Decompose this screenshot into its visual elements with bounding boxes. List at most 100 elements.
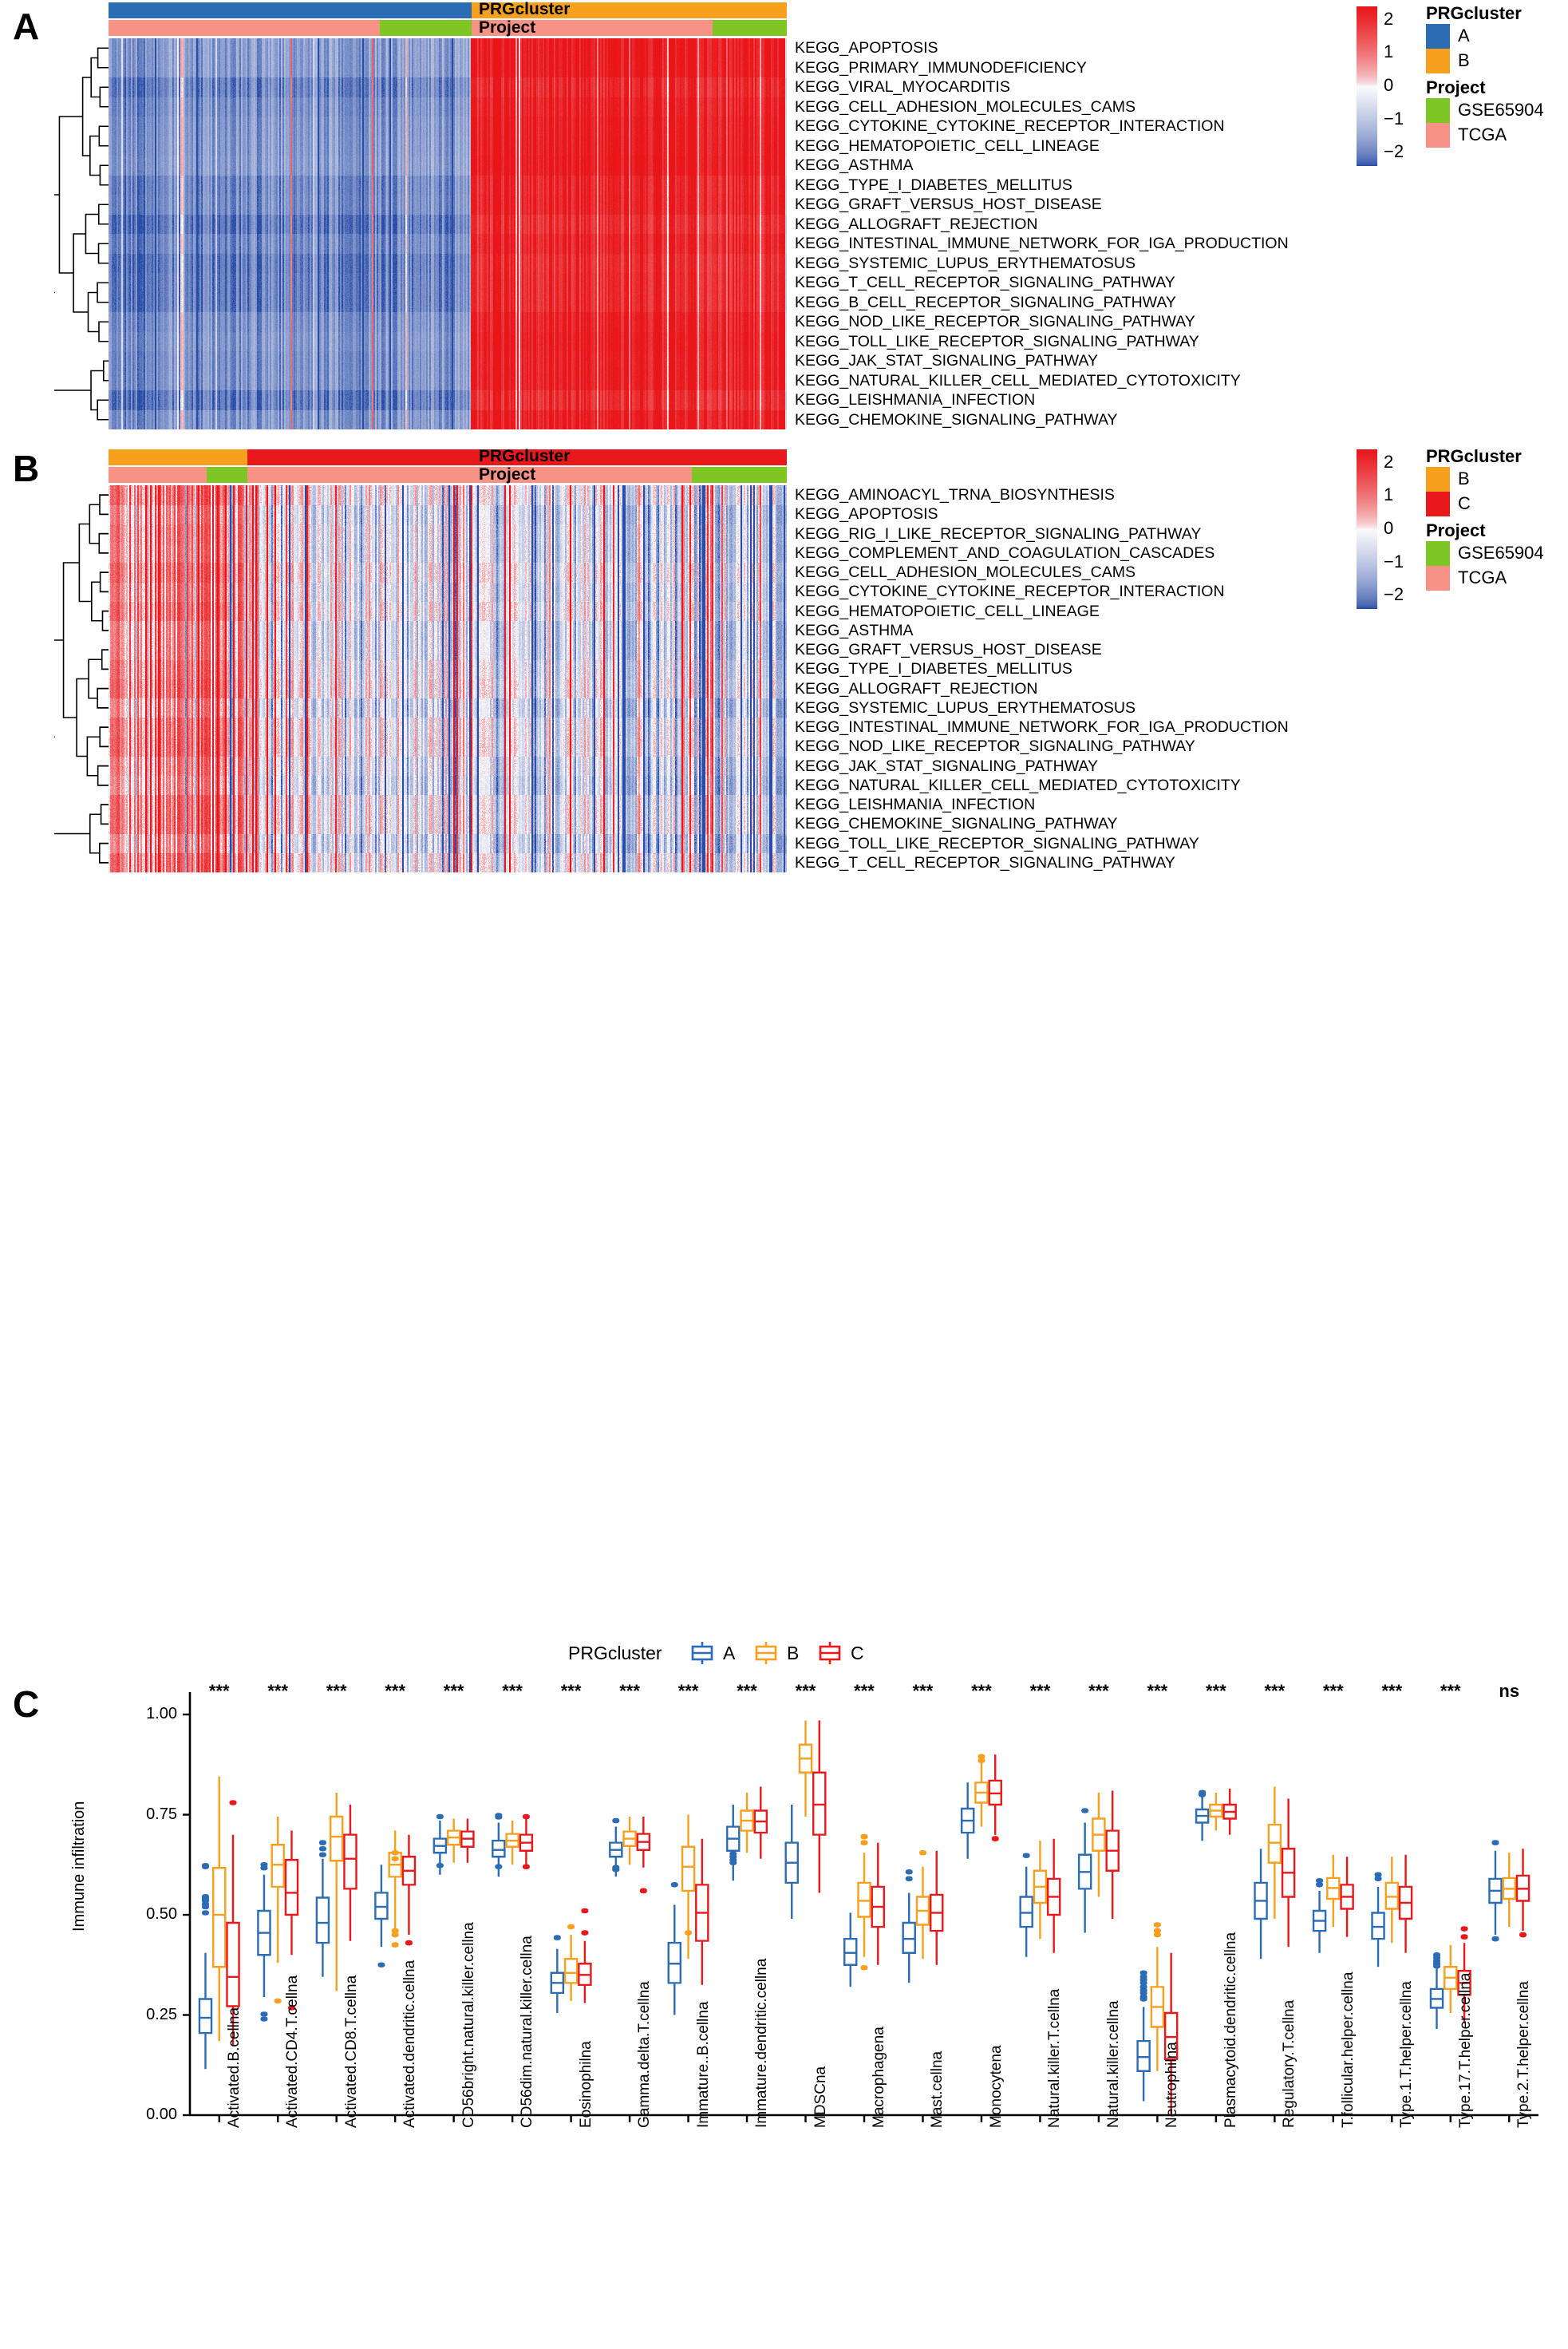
panel-a-letter: A — [13, 6, 40, 47]
boxplot-x-tick-label: T.follicular.helper.cellna — [1339, 1971, 1357, 2128]
panel-a-legend-title-prgcluster: PRGcluster — [1426, 3, 1522, 23]
boxplot-legend-label-c: C — [851, 1643, 864, 1663]
boxplot-x-tick-label: Natural.killer.T.cellna — [1046, 1988, 1064, 2128]
panel-b-letter: B — [13, 448, 40, 489]
boxplot-significance-label: *** — [971, 1681, 992, 1701]
panel-a-colorbar — [1357, 6, 1377, 166]
heatmap-row-label: KEGG_HEMATOPOIETIC_CELL_LINEAGE — [795, 136, 1100, 155]
heatmap-row-label: KEGG_INTESTINAL_IMMUNE_NETWORK_FOR_IGA_P… — [795, 718, 1289, 737]
panel-a-project-annotation-track — [109, 20, 787, 36]
panel-a-legend-title-project: Project — [1426, 77, 1486, 97]
boxplot-x-tick-label: Activated.CD4.T.cellna — [284, 1975, 302, 2128]
boxplot-x-tick-label: Activated.B.cellna — [225, 2007, 243, 2128]
panel-b-legend-swatch-prgcluster-c — [1426, 492, 1450, 516]
boxplot-x-tick-label: Eosinophilna — [577, 2041, 594, 2128]
boxplot-significance-label: *** — [267, 1681, 289, 1701]
heatmap-row-label: KEGG_GRAFT_VERSUS_HOST_DISEASE — [795, 196, 1102, 214]
panel-b-legend-label-prgcluster-b: B — [1458, 469, 1470, 488]
boxplot-significance-label: *** — [1381, 1681, 1403, 1701]
boxplot-significance-label: *** — [1088, 1681, 1109, 1701]
heatmap-row-label: KEGG_CYTOKINE_CYTOKINE_RECEPTOR_INTERACT… — [795, 117, 1225, 136]
boxplot-significance-label: *** — [1147, 1681, 1168, 1701]
panel-b-heatmap — [109, 485, 787, 872]
boxplot-x-tick-label: Activated.CD8.T.cellna — [342, 1975, 360, 2128]
panel-b-anno-label-project: Project — [479, 465, 536, 484]
colorbar-tick-label: 0 — [1384, 518, 1394, 538]
colorbar-tick-label: −1 — [1384, 551, 1404, 571]
boxplot-x-tick-label: Type.1.T.helper.cellna — [1398, 1981, 1416, 2128]
heatmap-row-label: KEGG_ALLOGRAFT_REJECTION — [795, 679, 1038, 698]
colorbar-tick-label: 0 — [1384, 75, 1394, 95]
panel-a-legend-label-project-tcga: TCGA — [1458, 125, 1507, 144]
heatmap-row-label: KEGG_NOD_LIKE_RECEPTOR_SIGNALING_PATHWAY — [795, 738, 1195, 756]
panel-b-legend-label-prgcluster-c: C — [1458, 493, 1471, 513]
heatmap-row-label: KEGG_APOPTOSIS — [795, 39, 938, 57]
panel-a-heatmap — [109, 38, 787, 429]
heatmap-row-label: KEGG_PRIMARY_IMMUNODEFICIENCY — [795, 58, 1087, 77]
heatmap-row-label: KEGG_GRAFT_VERSUS_HOST_DISEASE — [795, 641, 1102, 659]
boxplot-x-tick-label: Natural.killer.cellna — [1104, 2000, 1122, 2128]
boxplot-x-tick-label: Neutrophilna — [1163, 2042, 1181, 2128]
boxplot-y-tick-label: 0.50 — [146, 1905, 177, 1924]
panel-b-row-dendrogram — [54, 485, 109, 872]
boxplot-x-tick-label: MDSCna — [812, 2066, 829, 2128]
heatmap-row-label: KEGG_RIG_I_LIKE_RECEPTOR_SIGNALING_PATHW… — [795, 524, 1202, 543]
heatmap-row-label: KEGG_ALLOGRAFT_REJECTION — [795, 215, 1038, 233]
boxplot-significance-label: *** — [1029, 1681, 1051, 1701]
boxplot-legend-key-b — [755, 1642, 777, 1664]
boxplot-significance-label: *** — [795, 1681, 816, 1701]
boxplot-x-tick-label: Type.17.T.helper.cellna — [1456, 1972, 1474, 2128]
boxplot-x-tick-label: Type.2.T.helper.cellna — [1515, 1981, 1533, 2128]
boxplot-significance-label: *** — [208, 1681, 230, 1701]
panel-a-legend-label-prgcluster-a: A — [1458, 26, 1470, 45]
heatmap-row-label: KEGG_LEISHMANIA_INFECTION — [795, 796, 1036, 814]
heatmap-row-label: KEGG_NOD_LIKE_RECEPTOR_SIGNALING_PATHWAY — [795, 313, 1195, 331]
heatmap-row-label: KEGG_AMINOACYL_TRNA_BIOSYNTHESIS — [795, 486, 1115, 504]
colorbar-tick-label: 2 — [1384, 8, 1394, 29]
panel-b-colorbar — [1357, 449, 1377, 609]
panel-b-prgcluster-annotation-track — [109, 449, 787, 465]
boxplot-significance-label: *** — [326, 1681, 347, 1701]
boxplot-legend-title: PRGcluster — [568, 1643, 662, 1663]
boxplot-x-tick-label: Immature..B.cellna — [694, 2001, 712, 2128]
panel-a-legend-label-prgcluster-b: B — [1458, 50, 1470, 70]
heatmap-row-label: KEGG_TYPE_I_DIABETES_MELLITUS — [795, 176, 1072, 194]
panel-b-anno-label-prgcluster: PRGcluster — [479, 447, 571, 465]
colorbar-tick-label: −2 — [1384, 141, 1404, 162]
boxplot-significance-label: *** — [502, 1681, 523, 1701]
heatmap-row-label: KEGG_TOLL_LIKE_RECEPTOR_SIGNALING_PATHWA… — [795, 834, 1199, 852]
boxplot-x-tick-label: Immature.dendritic.cellna — [753, 1958, 771, 2128]
boxplot-significance-label: *** — [1440, 1681, 1461, 1701]
heatmap-row-label: KEGG_COMPLEMENT_AND_COAGULATION_CASCADES — [795, 544, 1215, 562]
heatmap-row-label: KEGG_VIRAL_MYOCARDITIS — [795, 78, 1010, 97]
heatmap-row-label: KEGG_NATURAL_KILLER_CELL_MEDIATED_CYTOTO… — [795, 776, 1241, 794]
boxplot-significance-label: *** — [619, 1681, 640, 1701]
boxplot-x-tick-label: Monocytena — [987, 2045, 1005, 2128]
panel-b-legend-label-project-gse: GSE65904 — [1458, 543, 1544, 563]
boxplot-significance-label: *** — [385, 1681, 406, 1701]
heatmap-row-label: KEGG_T_CELL_RECEPTOR_SIGNALING_PATHWAY — [795, 853, 1175, 872]
heatmap-row-label: KEGG_INTESTINAL_IMMUNE_NETWORK_FOR_IGA_P… — [795, 235, 1289, 253]
boxplot-significance-label: *** — [560, 1681, 582, 1701]
heatmap-row-label: KEGG_JAK_STAT_SIGNALING_PATHWAY — [795, 757, 1098, 775]
panel-b-legend-title-prgcluster: PRGcluster — [1426, 446, 1522, 466]
heatmap-row-label: KEGG_CELL_ADHESION_MOLECULES_CAMS — [795, 97, 1136, 116]
boxplot-canvas — [156, 1676, 1545, 2147]
boxplot-y-axis-title: Immune infiltration — [70, 1801, 88, 1932]
heatmap-row-label: KEGG_CYTOKINE_CYTOKINE_RECEPTOR_INTERACT… — [795, 583, 1225, 601]
boxplot-significance-label: *** — [1322, 1681, 1344, 1701]
panel-b-project-annotation-track — [109, 467, 787, 483]
boxplot-x-tick-label: Plasmacytoid.dendritic.cellna — [1222, 1932, 1239, 2128]
panel-a-anno-label-prgcluster: PRGcluster — [479, 0, 571, 18]
boxplot-significance-label: ns — [1499, 1681, 1520, 1701]
heatmap-row-label: KEGG_HEMATOPOIETIC_CELL_LINEAGE — [795, 602, 1100, 620]
heatmap-row-label: KEGG_SYSTEMIC_LUPUS_ERYTHEMATOSUS — [795, 698, 1136, 717]
heatmap-row-label: KEGG_CHEMOKINE_SIGNALING_PATHWAY — [795, 410, 1118, 429]
boxplot-y-tick-label: 0.75 — [146, 1805, 177, 1823]
boxplot-x-tick-label: Macrophagena — [871, 2027, 887, 2128]
heatmap-row-label: KEGG_SYSTEMIC_LUPUS_ERYTHEMATOSUS — [795, 254, 1136, 272]
panel-b-legend-swatch-project-tcga — [1426, 566, 1450, 591]
heatmap-row-label: KEGG_TOLL_LIKE_RECEPTOR_SIGNALING_PATHWA… — [795, 332, 1199, 350]
heatmap-row-label: KEGG_B_CELL_RECEPTOR_SIGNALING_PATHWAY — [795, 293, 1176, 311]
boxplot-significance-label: *** — [1264, 1681, 1286, 1701]
